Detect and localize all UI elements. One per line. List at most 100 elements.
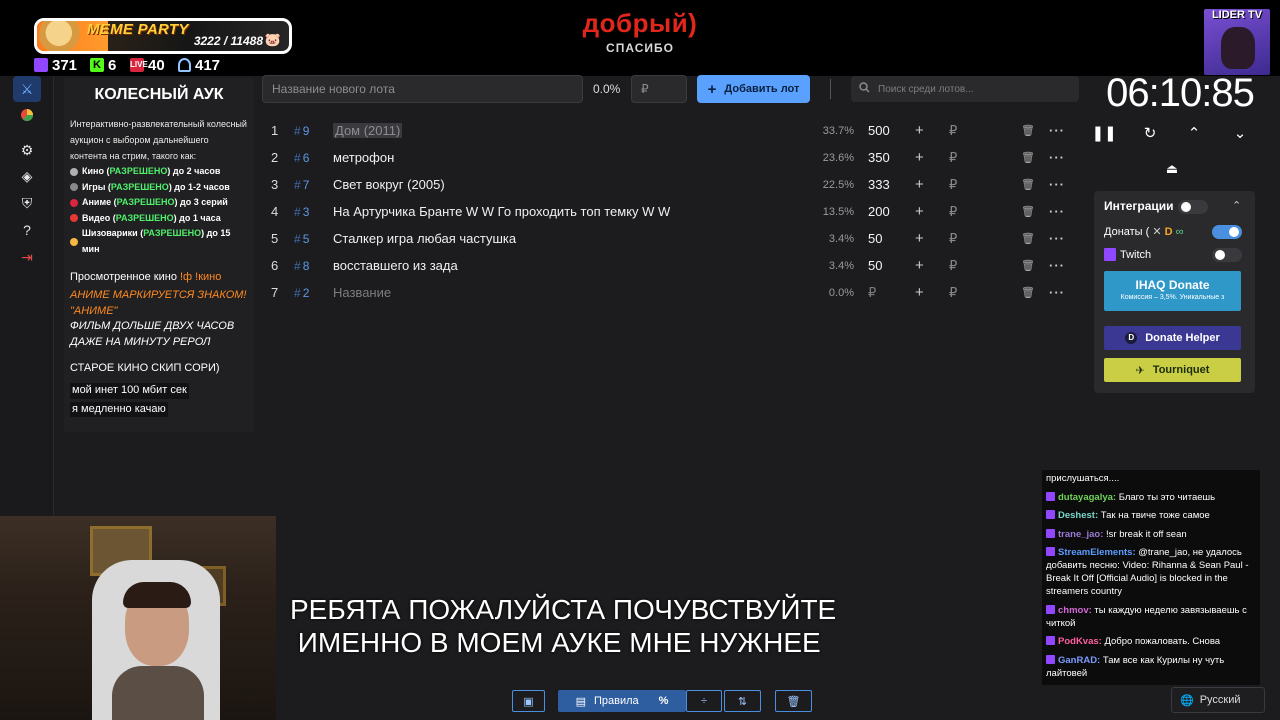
chat-text: Добро пожаловать. Снова bbox=[1101, 636, 1221, 647]
wheel-mode-button[interactable]: ▣ bbox=[512, 690, 545, 712]
kick-viewers: K 6 bbox=[90, 56, 116, 74]
lot-name-field[interactable]: Название bbox=[333, 285, 806, 300]
lot-amount-field[interactable]: 500 bbox=[854, 123, 912, 138]
currency-input[interactable]: ₽ bbox=[929, 258, 969, 274]
lot-amount-input[interactable]: ₽ bbox=[631, 75, 687, 103]
reset-icon[interactable]: ↻ bbox=[1139, 122, 1161, 144]
lot-name-field[interactable]: Свет вокруг (2005) bbox=[333, 177, 806, 192]
lot-amount-field[interactable]: ₽ bbox=[854, 285, 912, 301]
percent-button[interactable]: % bbox=[659, 695, 669, 707]
clear-lots-button[interactable]: 🗑 bbox=[775, 690, 812, 712]
movie-length-note-2: ДАЖЕ НА МИНУТУ РЕРОЛ bbox=[70, 335, 211, 348]
lot-amount-field[interactable]: 350 bbox=[854, 150, 912, 165]
collapse-icon[interactable]: ⏏ bbox=[1162, 161, 1182, 177]
currency-input[interactable]: ₽ bbox=[929, 177, 969, 193]
new-lot-name-input[interactable]: Название нового лота bbox=[262, 75, 583, 103]
layers-icon[interactable]: ◈ bbox=[13, 163, 41, 189]
add-amount-button[interactable]: + bbox=[915, 203, 929, 220]
donations-label: Донаты ( ✕ D ∞ bbox=[1104, 225, 1184, 238]
trash-icon[interactable]: 🗑 bbox=[1021, 124, 1035, 137]
rules-button[interactable]: Правила bbox=[594, 695, 639, 707]
trash-icon[interactable]: 🗑 bbox=[1021, 232, 1035, 245]
description-intro: Интерактивно-развлекательный колесный ау… bbox=[70, 119, 247, 161]
twitch-label: Twitch bbox=[1120, 248, 1152, 261]
lot-search-input[interactable]: Поиск среди лотов... bbox=[851, 76, 1079, 102]
lot-name-field[interactable]: метрофон bbox=[333, 150, 806, 165]
add-amount-button[interactable]: + bbox=[915, 149, 929, 166]
lot-fast-id: #5 bbox=[294, 231, 310, 246]
currency-input[interactable]: ₽ bbox=[929, 123, 969, 139]
lot-fast-id: #9 bbox=[294, 123, 310, 138]
donations-toggle[interactable] bbox=[1212, 225, 1242, 239]
old-movies-note: СТАРОЕ КИНО СКИП СОРИ) bbox=[70, 362, 220, 374]
more-icon[interactable]: ··· bbox=[1049, 285, 1065, 300]
subtitle-line-1: РЕБЯТА ПОЖАЛУЙСТА ПОЧУВСТВУЙТЕ bbox=[290, 594, 837, 625]
lot-name-field[interactable]: Сталкер игра любая частушка bbox=[333, 231, 806, 246]
lider-avatar bbox=[1221, 27, 1255, 69]
currency-input[interactable]: ₽ bbox=[929, 285, 969, 301]
ihaq-donate-button[interactable]: IHAQ Donate Комиссия – 3,5%. Уникальные … bbox=[1104, 271, 1241, 311]
tourniquet-icon: ✈ bbox=[1135, 364, 1145, 377]
add-lot-button[interactable]: + Добавить лот bbox=[697, 75, 810, 103]
lot-name-field[interactable]: восставшего из зада bbox=[333, 258, 806, 273]
chat-message: PodKvas: Добро пожаловать. Снова bbox=[1046, 635, 1256, 648]
lot-index: 1 bbox=[271, 123, 279, 138]
integrations-toggle[interactable] bbox=[1178, 200, 1208, 214]
logout-icon[interactable]: ⇥ bbox=[13, 244, 41, 270]
tourniquet-label: Tourniquet bbox=[1152, 364, 1210, 376]
more-icon[interactable]: ··· bbox=[1049, 123, 1065, 138]
currency-input[interactable]: ₽ bbox=[929, 231, 969, 247]
boosty-icon: ∞ bbox=[1175, 226, 1184, 238]
twitch-badge-icon bbox=[1046, 510, 1055, 519]
chevron-down-icon[interactable]: ⌄ bbox=[1229, 122, 1251, 144]
lot-amount-field[interactable]: 50 bbox=[854, 258, 912, 273]
trash-icon: 🗑 bbox=[786, 695, 801, 708]
add-amount-button[interactable]: + bbox=[915, 176, 929, 193]
more-icon[interactable]: ··· bbox=[1049, 258, 1065, 273]
currency-input[interactable]: ₽ bbox=[929, 204, 969, 220]
lot-amount-field[interactable]: 333 bbox=[854, 177, 912, 192]
trash-icon[interactable]: 🗑 bbox=[1021, 205, 1035, 218]
language-select[interactable]: 🌐 Русский bbox=[1171, 687, 1265, 713]
lot-index: 6 bbox=[271, 258, 279, 273]
chevron-up-icon[interactable]: ⌃ bbox=[1183, 122, 1205, 144]
shield-icon[interactable]: ⛨ bbox=[13, 190, 41, 216]
trash-icon[interactable]: 🗑 bbox=[1021, 151, 1035, 164]
more-icon[interactable]: ··· bbox=[1049, 177, 1065, 192]
twitch-badge-icon bbox=[1046, 547, 1055, 556]
twitch-viewer-count: 371 bbox=[52, 56, 78, 74]
add-amount-button[interactable]: + bbox=[915, 284, 929, 301]
help-icon[interactable]: ? bbox=[13, 217, 41, 243]
add-amount-button[interactable]: + bbox=[915, 257, 929, 274]
add-amount-button[interactable]: + bbox=[915, 230, 929, 247]
wheel-icon[interactable]: ⚔ bbox=[13, 76, 41, 102]
lider-tv-label: LIDER TV bbox=[1211, 9, 1263, 21]
more-icon[interactable]: ··· bbox=[1049, 231, 1065, 246]
twitch-badge-icon bbox=[1046, 604, 1055, 614]
donate-helper-button[interactable]: D Donate Helper bbox=[1104, 326, 1241, 350]
pause-icon[interactable]: ❚❚ bbox=[1091, 122, 1116, 144]
lot-percent: 33.7% bbox=[822, 124, 854, 137]
twitch-toggle[interactable] bbox=[1212, 248, 1242, 262]
more-icon[interactable]: ··· bbox=[1049, 150, 1065, 165]
pie-chart-icon[interactable] bbox=[13, 102, 41, 128]
lot-amount-field[interactable]: 200 bbox=[854, 204, 912, 219]
currency-input[interactable]: ₽ bbox=[929, 150, 969, 166]
lot-name-field[interactable]: Дом (2011) bbox=[333, 123, 806, 138]
add-amount-button[interactable]: + bbox=[915, 122, 929, 139]
stream-chat: прислушаться.... dutayagalya: Благо ты эт… bbox=[1042, 470, 1260, 685]
chat-username: StreamElements: bbox=[1058, 547, 1136, 558]
sort-button[interactable]: ⇅ bbox=[724, 690, 761, 712]
trash-icon[interactable]: 🗑 bbox=[1021, 259, 1035, 272]
trash-icon[interactable]: 🗑 bbox=[1021, 286, 1035, 299]
gear-icon[interactable]: ⚙ bbox=[13, 137, 41, 163]
chevron-up-icon[interactable]: ⌃ bbox=[1232, 199, 1241, 212]
more-icon[interactable]: ··· bbox=[1049, 204, 1065, 219]
lot-name-field[interactable]: На Артурчика Бранте W W Го проходить топ… bbox=[333, 204, 806, 219]
split-button[interactable]: ÷ bbox=[686, 690, 722, 712]
lot-amount-field[interactable]: 50 bbox=[854, 231, 912, 246]
rule-icon bbox=[70, 183, 78, 192]
kick-icon: K bbox=[90, 58, 104, 72]
tourniquet-button[interactable]: ✈ Tourniquet bbox=[1104, 358, 1241, 382]
trash-icon[interactable]: 🗑 bbox=[1021, 178, 1035, 191]
